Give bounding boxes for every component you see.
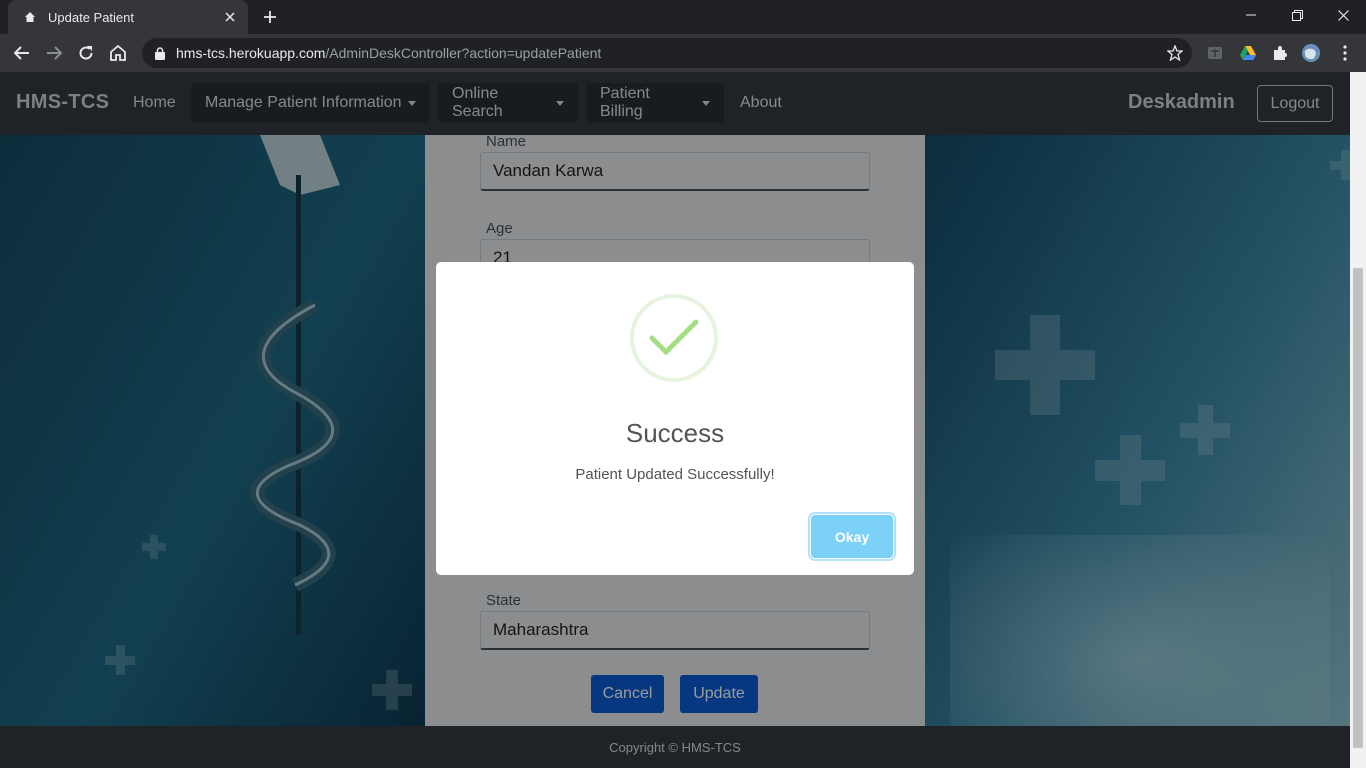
extensions-puzzle-icon[interactable] <box>1270 43 1290 63</box>
browser-toolbar: hms-tcs.herokuapp.com/AdminDeskControlle… <box>0 34 1366 72</box>
lock-icon <box>152 45 168 61</box>
url-path: /AdminDeskController?action=updatePatien… <box>325 45 602 61</box>
close-window-icon[interactable] <box>1320 0 1366 30</box>
dialog-title: Success <box>625 418 725 448</box>
close-tab-icon[interactable] <box>222 9 238 25</box>
chrome-menu-icon[interactable] <box>1335 43 1355 63</box>
bookmark-star-icon[interactable] <box>1166 44 1184 62</box>
okay-button[interactable]: Okay <box>811 515 893 558</box>
restore-icon[interactable] <box>1274 0 1320 30</box>
success-check-icon <box>630 294 718 382</box>
page-viewport: HMS-TCS Home Manage Patient Information … <box>0 72 1350 768</box>
profile-avatar-icon[interactable] <box>1301 43 1321 63</box>
forward-icon[interactable] <box>42 41 66 65</box>
back-icon[interactable] <box>10 41 34 65</box>
tab-title: Update Patient <box>48 9 135 25</box>
page-scrollbar[interactable] <box>1350 72 1366 768</box>
url-host: hms-tcs.herokuapp.com <box>176 45 326 61</box>
reload-icon[interactable] <box>74 41 98 65</box>
minimize-icon[interactable] <box>1228 0 1274 30</box>
success-dialog: Success Patient Updated Successfully! Ok… <box>436 262 914 575</box>
browser-tabstrip: Update Patient <box>0 0 1366 34</box>
address-bar[interactable]: hms-tcs.herokuapp.com/AdminDeskControlle… <box>142 38 1192 68</box>
scrollbar-thumb[interactable] <box>1353 268 1363 748</box>
google-drive-icon[interactable] <box>1238 43 1258 63</box>
browser-tab[interactable]: Update Patient <box>8 0 248 34</box>
new-tab-icon[interactable] <box>258 5 282 29</box>
dialog-message: Patient Updated Successfully! <box>575 466 775 483</box>
extension-translate-icon[interactable] <box>1205 43 1225 63</box>
home-icon[interactable] <box>106 41 130 65</box>
home-favicon-icon <box>22 9 38 25</box>
